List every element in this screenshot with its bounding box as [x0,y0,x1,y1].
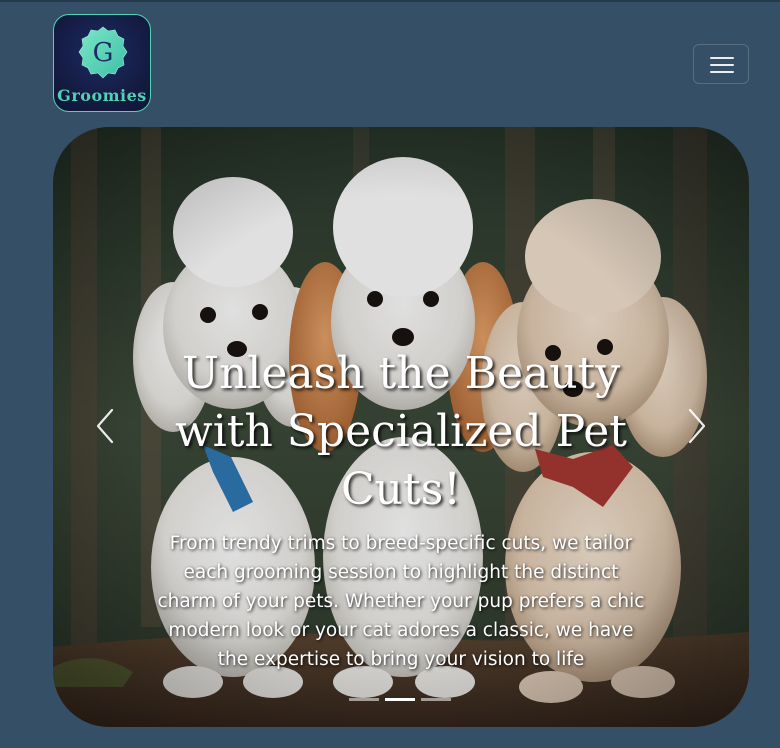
carousel-next-button[interactable] [682,404,712,448]
carousel-indicators [349,696,453,704]
logo-letter: G [93,38,114,68]
hero-carousel: Unleash the Beauty with Specialized Pet … [53,127,749,727]
carousel-indicator-3[interactable] [421,698,451,701]
chevron-right-icon [688,408,706,444]
carousel-title: Unleash the Beauty with Specialized Pet … [175,348,627,515]
chevron-left-icon [96,408,114,444]
brand-logo[interactable]: G Groomies [53,14,151,112]
carousel-prev-button[interactable] [90,404,120,448]
logo-badge-icon: G [78,26,128,79]
brand-name: Groomies [57,86,147,105]
carousel-description: From trendy trims to breed-specific cuts… [157,533,645,670]
navbar-toggler-button[interactable] [693,44,749,84]
hamburger-menu-icon-bar [710,57,734,59]
carousel-caption: Unleash the Beauty with Specialized Pet … [153,345,649,674]
carousel-indicator-2[interactable] [385,698,415,701]
hamburger-menu-icon-bar [710,64,734,66]
top-border [0,0,780,2]
carousel-indicator-1[interactable] [349,698,379,701]
hamburger-menu-icon-bar [710,71,734,73]
